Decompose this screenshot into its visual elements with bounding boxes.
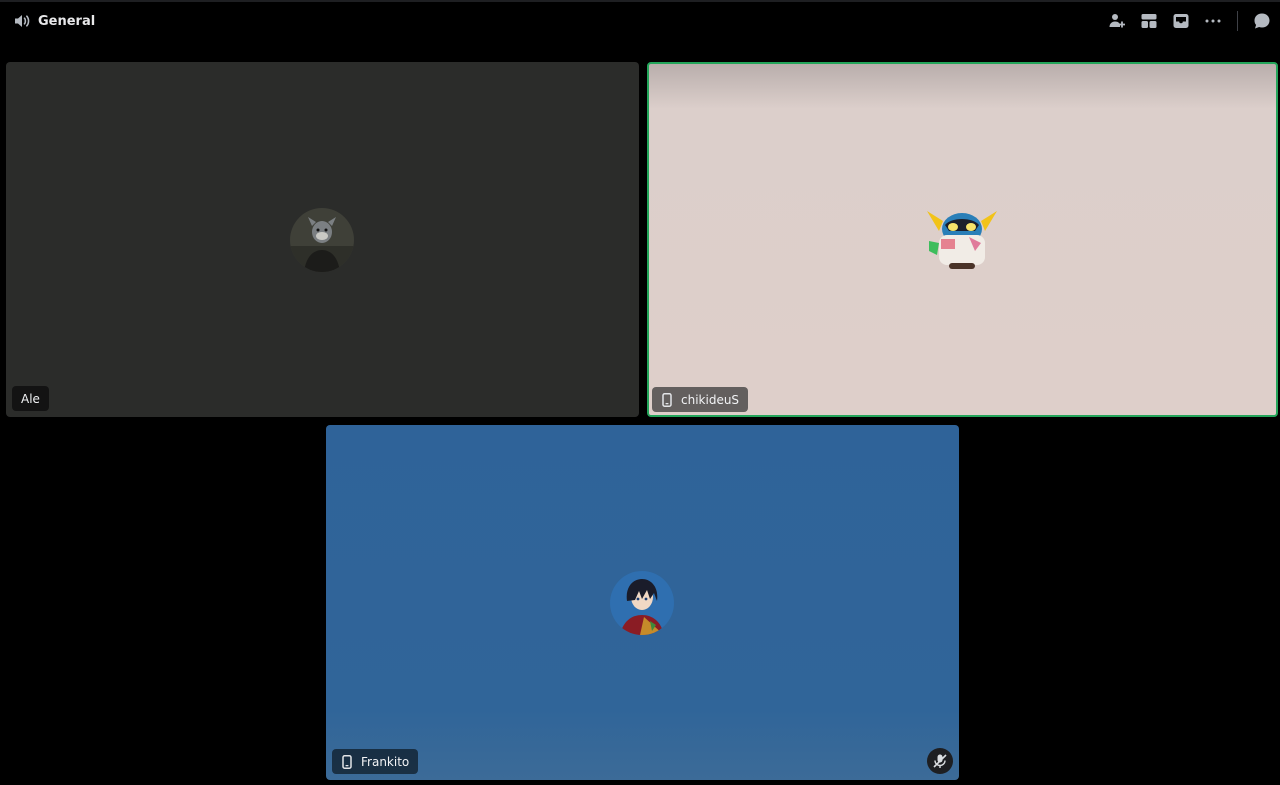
mic-muted-icon (927, 748, 953, 774)
participant-name: Frankito (361, 754, 410, 769)
participant-name: Ale (21, 391, 40, 406)
avatar (290, 208, 354, 272)
participant-tile-ale[interactable]: Ale (6, 62, 639, 417)
mobile-phone-icon (341, 754, 353, 769)
participant-nameplate: chikideuS (652, 387, 749, 412)
channel-title: General (12, 11, 95, 31)
layout-grid-icon[interactable] (1139, 11, 1159, 31)
voice-channel-header: General (0, 0, 1280, 40)
participant-nameplate: Ale (12, 386, 49, 411)
inbox-icon[interactable] (1171, 11, 1191, 31)
participant-name: chikideuS (681, 392, 740, 407)
header-toolbar (1095, 11, 1272, 31)
speaker-icon (12, 11, 32, 31)
participant-nameplate: Frankito (332, 749, 419, 774)
toolbar-divider (1237, 11, 1238, 31)
more-icon[interactable] (1203, 11, 1223, 31)
avatar (610, 571, 674, 635)
mobile-phone-icon (661, 392, 673, 407)
avatar (925, 205, 999, 273)
participant-tile-chikideus[interactable]: chikideuS (647, 62, 1278, 417)
chat-bubble-icon[interactable] (1252, 11, 1272, 31)
add-user-icon[interactable] (1107, 11, 1127, 31)
channel-name: General (38, 13, 96, 29)
participant-tile-frankito[interactable]: Frankito (326, 425, 959, 780)
